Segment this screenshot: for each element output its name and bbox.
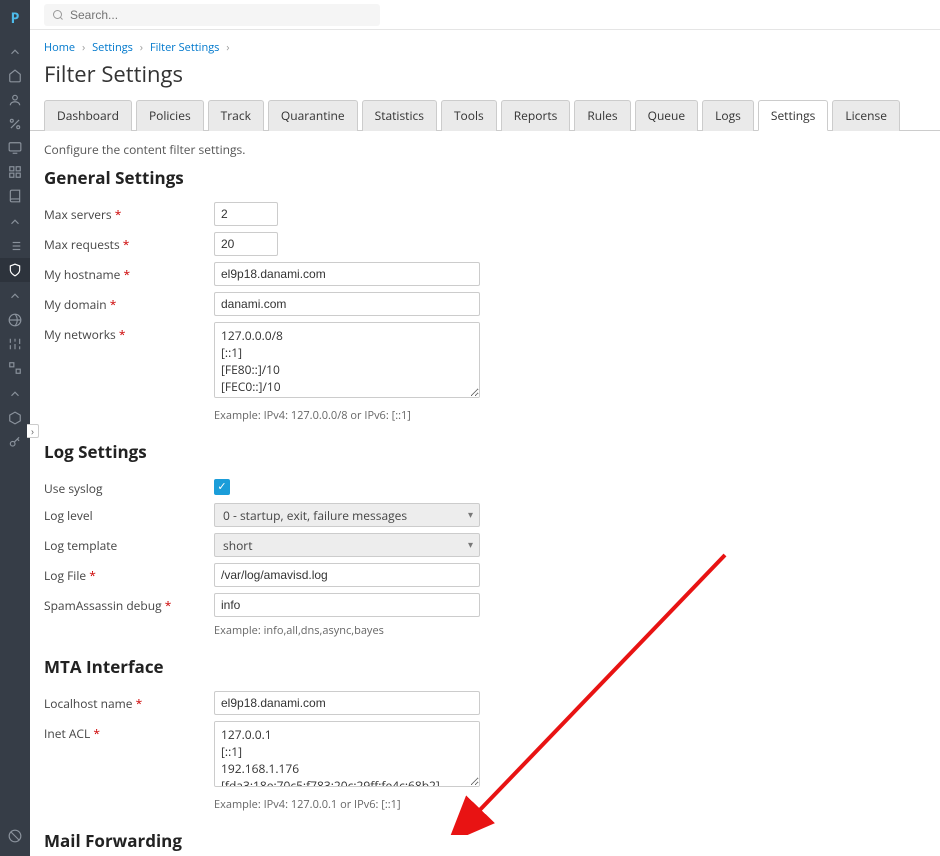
sa-debug-input[interactable] bbox=[214, 593, 480, 617]
localhost-name-input[interactable] bbox=[214, 691, 480, 715]
heading-log-settings: Log Settings bbox=[44, 440, 926, 463]
package-icon[interactable] bbox=[0, 406, 30, 430]
tab-statistics[interactable]: Statistics bbox=[362, 100, 437, 131]
page-title: Filter Settings bbox=[30, 59, 940, 99]
my-hostname-input[interactable] bbox=[214, 262, 480, 286]
tab-logs[interactable]: Logs bbox=[702, 100, 754, 131]
book-icon[interactable] bbox=[0, 184, 30, 208]
percent-icon[interactable] bbox=[0, 112, 30, 136]
label-use-syslog: Use syslog bbox=[44, 476, 214, 497]
max-requests-input[interactable] bbox=[214, 232, 278, 256]
topbar bbox=[30, 0, 940, 30]
breadcrumb: Home › Settings › Filter Settings › bbox=[30, 30, 940, 59]
blocks-icon[interactable] bbox=[0, 356, 30, 380]
search-box[interactable] bbox=[44, 4, 380, 26]
inet-acl-textarea[interactable] bbox=[214, 721, 480, 787]
log-file-input[interactable] bbox=[214, 563, 480, 587]
inet-acl-hint: Example: IPv4: 127.0.0.1 or IPv6: [::1] bbox=[214, 797, 480, 812]
grid-icon[interactable] bbox=[0, 160, 30, 184]
log-template-select[interactable]: short bbox=[214, 533, 480, 557]
key-icon[interactable] bbox=[0, 430, 30, 454]
tab-settings[interactable]: Settings bbox=[758, 100, 829, 131]
tab-quarantine[interactable]: Quarantine bbox=[268, 100, 358, 131]
logo[interactable]: P bbox=[5, 8, 25, 28]
label-my-networks: My networks * bbox=[44, 322, 214, 343]
label-log-template: Log template bbox=[44, 533, 214, 554]
tabs: Dashboard Policies Track Quarantine Stat… bbox=[30, 99, 940, 131]
list-icon[interactable] bbox=[0, 234, 30, 258]
heading-general-settings: General Settings bbox=[44, 166, 926, 189]
tab-policies[interactable]: Policies bbox=[136, 100, 204, 131]
breadcrumb-settings[interactable]: Settings bbox=[92, 40, 133, 55]
section-description: Configure the content filter settings. bbox=[44, 141, 926, 158]
user-icon[interactable] bbox=[0, 88, 30, 112]
my-networks-hint: Example: IPv4: 127.0.0.0/8 or IPv6: [::1… bbox=[214, 408, 480, 423]
my-domain-input[interactable] bbox=[214, 292, 480, 316]
breadcrumb-filter-settings[interactable]: Filter Settings bbox=[150, 40, 219, 55]
ban-icon[interactable] bbox=[0, 824, 30, 848]
globe-icon[interactable] bbox=[0, 308, 30, 332]
tab-dashboard[interactable]: Dashboard bbox=[44, 100, 132, 131]
search-input[interactable] bbox=[70, 8, 372, 22]
label-my-hostname: My hostname * bbox=[44, 262, 214, 283]
shield-icon[interactable] bbox=[0, 258, 30, 282]
tab-license[interactable]: License bbox=[832, 100, 900, 131]
sliders-icon[interactable] bbox=[0, 332, 30, 356]
home-icon[interactable] bbox=[0, 64, 30, 88]
label-inet-acl: Inet ACL * bbox=[44, 721, 214, 742]
label-log-level: Log level bbox=[44, 503, 214, 524]
my-networks-textarea[interactable] bbox=[214, 322, 480, 398]
heading-mail-forwarding: Mail Forwarding bbox=[44, 829, 926, 852]
tab-reports[interactable]: Reports bbox=[501, 100, 571, 131]
tab-rules[interactable]: Rules bbox=[574, 100, 630, 131]
label-max-servers: Max servers * bbox=[44, 202, 214, 223]
sa-debug-hint: Example: info,all,dns,async,bayes bbox=[214, 623, 480, 638]
max-servers-input[interactable] bbox=[214, 202, 278, 226]
label-max-requests: Max requests * bbox=[44, 232, 214, 253]
label-my-domain: My domain * bbox=[44, 292, 214, 313]
monitor-icon[interactable] bbox=[0, 136, 30, 160]
log-level-select[interactable]: 0 - startup, exit, failure messages bbox=[214, 503, 480, 527]
label-localhost-name: Localhost name * bbox=[44, 691, 214, 712]
chevron-up-icon[interactable] bbox=[0, 382, 30, 406]
label-log-file: Log File * bbox=[44, 563, 214, 584]
breadcrumb-home[interactable]: Home bbox=[44, 40, 75, 55]
chevron-up-icon[interactable] bbox=[0, 284, 30, 308]
tab-queue[interactable]: Queue bbox=[635, 100, 699, 131]
heading-mta-interface: MTA Interface bbox=[44, 655, 926, 678]
sidebar: P › bbox=[0, 0, 30, 856]
tab-tools[interactable]: Tools bbox=[441, 100, 497, 131]
search-icon bbox=[52, 9, 64, 21]
use-syslog-checkbox[interactable]: ✓ bbox=[214, 479, 230, 495]
tab-track[interactable]: Track bbox=[208, 100, 264, 131]
chevron-up-icon[interactable] bbox=[0, 40, 30, 64]
chevron-up-icon[interactable] bbox=[0, 210, 30, 234]
label-sa-debug: SpamAssassin debug * bbox=[44, 593, 214, 614]
